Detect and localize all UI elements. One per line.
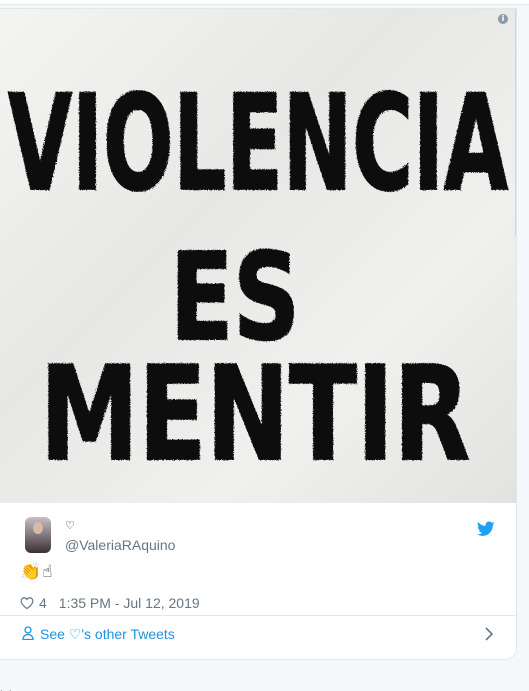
tweet-text: 👏☝ — [20, 562, 54, 582]
tweet-embed-page: VIOLENCIA ES MENTIR i ♡ @ValeriaRAquino … — [0, 0, 529, 691]
author-display-name[interactable]: ♡ — [65, 519, 75, 532]
info-icon[interactable]: i — [498, 14, 508, 24]
below-card-dots: · · — [0, 686, 14, 691]
tweet-timestamp[interactable]: 1:35 PM - Jul 12, 2019 — [59, 595, 200, 611]
person-icon — [22, 626, 34, 640]
like-count[interactable]: 4 — [39, 595, 47, 611]
author-handle[interactable]: @ValeriaRAquino — [65, 537, 175, 553]
tweet-media-image[interactable]: VIOLENCIA ES MENTIR i — [0, 9, 516, 503]
scroll-edge — [511, 9, 516, 239]
tweet-meta: 4 1:35 PM - Jul 12, 2019 — [20, 594, 200, 612]
tweet-author[interactable]: ♡ @ValeriaRAquino — [0, 503, 516, 573]
see-other-tweets-link[interactable]: See ♡'s other Tweets — [0, 616, 516, 652]
graffiti-line-mentir: MENTIR — [40, 338, 470, 490]
twitter-bird-icon[interactable] — [477, 521, 495, 537]
tweet-card[interactable]: VIOLENCIA ES MENTIR i ♡ @ValeriaRAquino — [0, 8, 517, 660]
top-strip — [0, 0, 529, 5]
chevron-right-icon[interactable] — [484, 626, 494, 642]
avatar[interactable] — [25, 517, 51, 553]
graffiti-line-violencia: VIOLENCIA — [8, 67, 508, 221]
graffiti-image: VIOLENCIA ES MENTIR — [7, 66, 509, 491]
heart-icon[interactable] — [20, 596, 34, 610]
see-other-tweets-label[interactable]: See ♡'s other Tweets — [40, 626, 175, 643]
